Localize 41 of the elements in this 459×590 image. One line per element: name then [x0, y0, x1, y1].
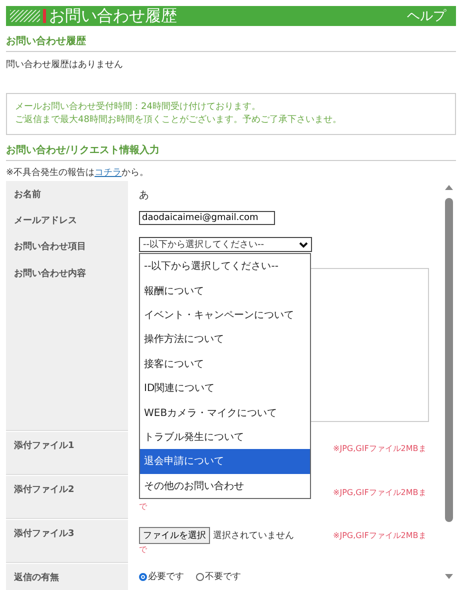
page-title: お問い合わせ履歴 — [49, 6, 178, 26]
file-note: で — [139, 501, 148, 512]
dropdown-option[interactable]: トラブル発生について — [140, 424, 310, 450]
file-status: 選択されていません — [213, 530, 294, 542]
dropdown-option[interactable]: 報酬について — [140, 278, 310, 303]
section-heading: お問い合わせ履歴 — [6, 34, 456, 52]
file-select-button[interactable]: ファイルを選択 — [139, 527, 210, 544]
field-label: お名前 — [6, 181, 128, 209]
stripes-icon — [10, 10, 40, 22]
file-note: ※JPG,GIFファイル2MBま — [333, 487, 426, 498]
field-label: お問い合わせ項目 — [6, 233, 128, 261]
name-value: あ — [139, 190, 149, 201]
field-label: 添付ファイル1 — [6, 432, 128, 475]
file-note: で — [139, 544, 148, 555]
field-label: 添付ファイル3 — [6, 520, 128, 563]
field-label: 返信の有無 — [6, 564, 128, 590]
history-message: 問い合わせ履歴はありません — [6, 58, 124, 71]
bug-report-note: ※不具合発生の報告は コチラから。 — [6, 166, 150, 179]
section-heading: お問い合わせ/リクエスト情報入力 — [6, 143, 456, 161]
dropdown-option[interactable]: WEBカメラ・マイクについて — [140, 400, 310, 425]
file-note: ※JPG,GIFファイル2MBま — [333, 530, 426, 541]
dropdown-option[interactable]: イベント・キャンペーンについて — [140, 302, 310, 328]
field-label: 添付ファイル2 — [6, 476, 128, 519]
here-link[interactable]: コチラ — [94, 168, 122, 178]
field-label: メールアドレス — [6, 207, 128, 235]
dropdown-option[interactable]: 退会申請について — [140, 449, 310, 474]
notice-text: メールお問い合わせ受付時間：24時間受け付けております。 — [15, 101, 262, 114]
chevron-icon — [299, 242, 308, 248]
dropdown-option[interactable]: 操作方法について — [140, 327, 310, 352]
dropdown-option[interactable]: その他のお問い合わせ — [140, 474, 310, 498]
file-note: ※JPG,GIFファイル2MBま — [333, 443, 426, 454]
dropdown-option[interactable]: --以下から選択してください-- — [140, 254, 310, 278]
category-select[interactable]: --以下から選択してください-- — [139, 237, 312, 252]
dropdown-option[interactable]: 接客について — [140, 352, 310, 376]
dropdown-option[interactable]: ID関連について — [140, 376, 310, 400]
reply-radio[interactable]: 必要です — [139, 570, 184, 583]
reply-radio[interactable]: 不要です — [196, 570, 241, 583]
accent-mark — [43, 9, 46, 23]
email-field[interactable]: daodaicaimei@gmail.com — [139, 211, 275, 225]
field-label: お問い合わせ内容 — [6, 260, 128, 431]
notice-text: ご返信まで最大48時間お時間を頂くことがございます。予めご了承下さいませ。 — [15, 114, 342, 127]
